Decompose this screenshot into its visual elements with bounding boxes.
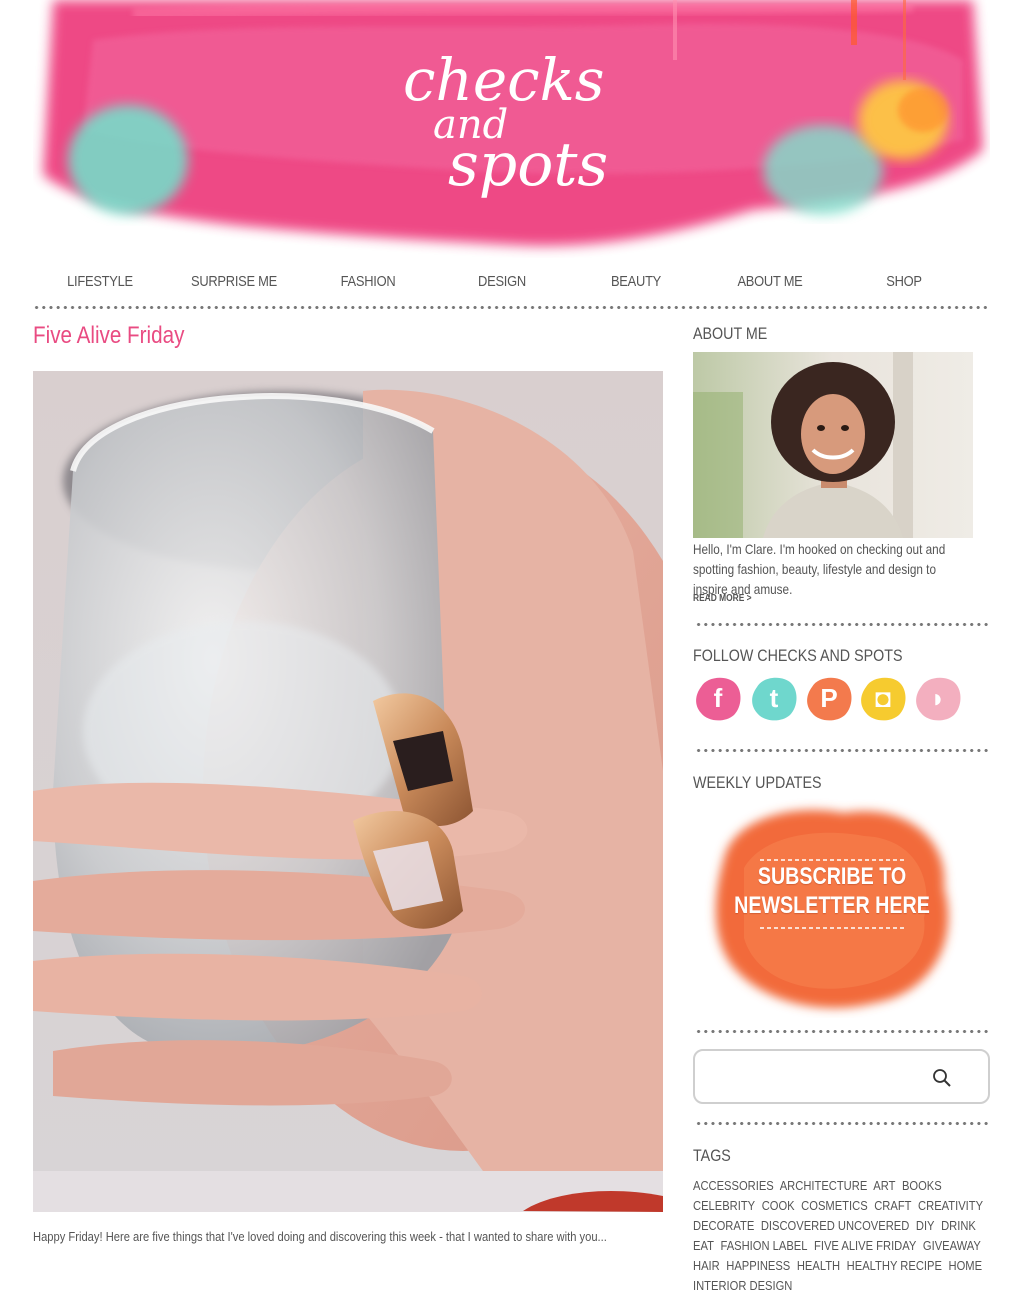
tag-link[interactable]: HEALTH [797,1258,840,1273]
tag-link[interactable]: COSMETICS [801,1198,867,1213]
tag-link[interactable]: BOOKS [902,1178,942,1193]
site-logo[interactable]: checks and spots [33,0,990,258]
read-more-link[interactable]: READ MORE > [693,593,752,604]
search-icon[interactable] [931,1067,953,1089]
tag-link[interactable]: DISCOVERED UNCOVERED [761,1218,909,1233]
tag-link[interactable]: DECORATE [693,1218,754,1233]
tag-link[interactable]: EAT [693,1238,714,1253]
sidebar-divider-2 [695,748,990,753]
nav-item-beauty[interactable]: BEAUTY [578,268,693,296]
tag-link[interactable]: HAIR [693,1258,720,1273]
post-photo-illustration [33,371,663,1212]
nav-item-about-me[interactable]: ABOUT ME [712,268,827,296]
tag-link[interactable]: ACCESSORIES [693,1178,774,1193]
tag-link[interactable]: CREATIVITY [918,1198,983,1213]
tags-heading: TAGS [693,1146,731,1165]
twitter-icon[interactable]: t [749,673,799,723]
facebook-icon-glyph: f [713,683,723,713]
tag-link[interactable]: FIVE ALIVE FRIDAY [814,1238,916,1253]
tag-link[interactable]: INTERIOR DESIGN [693,1278,792,1293]
sidebar-divider-1 [695,622,990,627]
tag-link[interactable]: HOME [949,1258,983,1273]
sidebar-divider-4 [695,1121,990,1126]
about-photo [693,352,973,538]
search-box [693,1049,990,1104]
portrait-illustration [693,352,973,538]
header-banner: checks and spots [33,0,990,258]
newsletter-label: SUBSCRIBE TO NEWSLETTER HERE [727,862,937,920]
about-heading: ABOUT ME [693,324,768,343]
follow-heading: FOLLOW CHECKS AND SPOTS [693,646,903,665]
pinterest-icon[interactable]: P [804,673,854,723]
post-excerpt: Happy Friday! Here are five things that … [33,1229,607,1244]
newsletter-subscribe-button[interactable]: SUBSCRIBE TO NEWSLETTER HERE [704,798,960,1018]
tag-cloud: ACCESSORIES ARCHITECTURE ART BOOKS CELEB… [693,1176,990,1296]
newsletter-line2: NEWSLETTER HERE [734,892,930,919]
search-input[interactable] [705,1061,919,1093]
pinterest-icon-glyph: P [820,683,838,713]
nav-divider [33,305,990,310]
tag-link[interactable]: CELEBRITY [693,1198,755,1213]
tag-link[interactable]: ARCHITECTURE [780,1178,868,1193]
tag-link[interactable]: CRAFT [874,1198,911,1213]
about-text: Hello, I'm Clare. I'm hooked on checking… [693,541,946,597]
weekly-updates-heading: WEEKLY UPDATES [693,773,822,792]
post-image[interactable] [33,371,663,1212]
main-nav: LIFESTYLE SURPRISE ME FASHION DESIGN BEA… [33,268,990,296]
nav-item-design[interactable]: DESIGN [444,268,559,296]
nav-item-surprise-me[interactable]: SURPRISE ME [176,268,291,296]
post-title[interactable]: Five Alive Friday [33,322,184,350]
tag-link[interactable]: GIVEAWAY [923,1238,981,1253]
facebook-icon[interactable]: f [693,673,743,723]
nav-item-shop[interactable]: SHOP [846,268,961,296]
instagram-icon[interactable]: ◘ [858,673,908,723]
tag-link[interactable]: FASHION LABEL [720,1238,807,1253]
tag-link[interactable]: HAPPINESS [726,1258,790,1273]
rss-icon[interactable]: ◗ [913,673,963,723]
sidebar-divider-3 [695,1029,990,1034]
newsletter-line1: SUBSCRIBE TO [757,863,907,890]
tag-link[interactable]: DRINK [941,1218,976,1233]
tag-link[interactable]: HEALTHY RECIPE [847,1258,942,1273]
twitter-icon-glyph: t [769,683,779,713]
tag-link[interactable]: ART [873,1178,895,1193]
instagram-icon-glyph: ◘ [875,683,891,713]
logo-text-line3: spots [448,130,608,200]
nav-item-fashion[interactable]: FASHION [310,268,425,296]
nav-item-lifestyle[interactable]: LIFESTYLE [42,268,157,296]
rss-icon-glyph: ◗ [930,683,946,713]
tag-link[interactable]: DIY [916,1218,935,1233]
tag-link[interactable]: COOK [762,1198,795,1213]
